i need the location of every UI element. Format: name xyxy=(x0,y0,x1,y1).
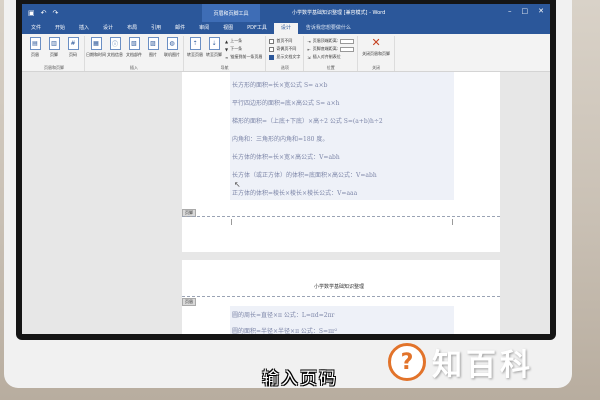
group-insert: ▦ 日期和时间 ⓘ 文档信息 ▧ 文档部件 ▨ 图片 ◍ 联机图片 插入 xyxy=(85,36,184,71)
group-close: ✕ 关闭页眉和页脚 关闭 xyxy=(358,36,396,71)
show-document-text-checkbox[interactable]: 显示文档文字 xyxy=(269,54,300,60)
goto-header-icon: ⇡ xyxy=(189,37,201,50)
group-label: 位置 xyxy=(326,65,335,70)
window-controls: – □ ✕ xyxy=(508,7,544,15)
tab-insert[interactable]: 插入 xyxy=(72,23,96,34)
document-title: 小学数学基础知识整理 [兼容模式] - Word xyxy=(292,10,386,16)
link-icon: ∞ xyxy=(225,54,229,60)
ribbon: ▤ 页眉 ▥ 页脚 # 页码 页眉和页脚 ▦ 日期和时间 ⓘ 文档信息 ▧ 文档部件 ▨ 图片… xyxy=(22,34,550,72)
document-line[interactable]: 平行四边形的面积=底×高公式 S= a×h xyxy=(232,98,339,107)
video-caption: 输入页码 xyxy=(262,369,338,389)
insert-alignment-tab-button[interactable]: ⇲ 插入对齐制表位 xyxy=(307,54,354,60)
group-label: 导航 xyxy=(220,65,229,70)
footer-distance-input[interactable] xyxy=(340,46,355,52)
arrow-up-icon: ▲ xyxy=(225,38,229,44)
title-bar: ▣ ↶ ↷ 页眉和页脚工具 小学数学基础知识整理 [兼容模式] - Word –… xyxy=(22,4,550,22)
quick-access-toolbar: ▣ ↶ ↷ xyxy=(22,9,58,17)
save-icon[interactable]: ▣ xyxy=(28,9,35,17)
document-line[interactable]: 长方形的面积=长×宽公式 S= a×b xyxy=(232,80,327,89)
document-line[interactable]: 长方体的体积=长×宽×高公式：V=abh xyxy=(232,152,340,161)
header-area-tag[interactable]: 页眉 xyxy=(182,298,196,306)
footer-icon: ▥ xyxy=(48,37,60,50)
tab-stop-icon: ⇲ xyxy=(307,54,311,60)
context-tools-label: 页眉和页脚工具 xyxy=(202,4,260,22)
next-button[interactable]: ▼ 下一条 xyxy=(225,46,262,52)
undo-icon[interactable]: ↶ xyxy=(41,9,47,17)
calendar-icon: ▦ xyxy=(90,37,102,50)
picture-icon: ▨ xyxy=(147,37,159,50)
footer-distance-icon: ⇤ xyxy=(307,46,311,52)
tab-pdf-tools[interactable]: PDF工具 xyxy=(240,23,274,34)
document-line[interactable]: 梯形的面积=（上底+下底）×高÷2 公式 S=(a+b)h÷2 xyxy=(232,116,383,125)
checkbox-checked-icon xyxy=(269,54,275,60)
online-picture-icon: ◍ xyxy=(166,37,178,50)
minimize-icon[interactable]: – xyxy=(508,7,512,15)
document-line[interactable]: 内角和：三角形的内角和=180 度。 xyxy=(232,134,328,143)
tell-me-box[interactable]: 告诉我您想要做什么 xyxy=(306,23,351,34)
group-navigation: ⇡ 转至页眉 ⇣ 转至页脚 ▲ 上一条 ▼ 下一条 ∞ 链接到前一条页眉 导航 xyxy=(184,36,267,71)
header-boundary-line xyxy=(182,296,500,297)
crop-mark xyxy=(452,219,458,225)
tab-file[interactable]: 文件 xyxy=(24,23,48,34)
header-icon: ▤ xyxy=(29,37,41,50)
header-top-distance[interactable]: ⇥ 页眉顶端距离: xyxy=(307,38,355,44)
tab-view[interactable]: 视图 xyxy=(216,23,240,34)
tab-header-footer-design[interactable]: 设计 xyxy=(273,23,298,34)
checkbox-icon xyxy=(269,38,275,44)
group-header-footer: ▤ 页眉 ▥ 页脚 # 页码 页眉和页脚 xyxy=(24,36,85,71)
page[interactable]: 长方形的面积=长×宽公式 S= a×b 平行四边形的面积=底×高公式 S= a×… xyxy=(182,72,500,252)
document-line[interactable]: 正方体的体积=棱长×棱长×棱长公式：V=aaa xyxy=(232,188,357,197)
tab-review[interactable]: 审阅 xyxy=(192,23,216,34)
footer-bottom-distance[interactable]: ⇤ 页脚底端距离: xyxy=(307,46,355,52)
page[interactable]: 小学数学基础知识整理 页眉 圆的周长=直径×π 公式：L=πd=2πr 圆的面积… xyxy=(182,260,500,334)
header-distance-input[interactable] xyxy=(340,38,355,44)
tab-home[interactable]: 开始 xyxy=(48,23,72,34)
previous-button[interactable]: ▲ 上一条 xyxy=(225,38,262,44)
word-window: ▣ ↶ ↷ 页眉和页脚工具 小学数学基础知识整理 [兼容模式] - Word –… xyxy=(22,4,550,334)
crop-mark xyxy=(226,219,232,225)
page-header-text[interactable]: 小学数学基础知识整理 xyxy=(314,283,364,290)
tab-mailings[interactable]: 邮件 xyxy=(168,23,192,34)
group-label: 选项 xyxy=(280,65,289,70)
close-icon[interactable]: ✕ xyxy=(538,7,544,15)
group-label: 插入 xyxy=(130,65,138,70)
group-position: ⇥ 页眉顶端距离: ⇤ 页脚底端距离: ⇲ 插入对齐制表位 位置 xyxy=(304,36,359,71)
tab-layout[interactable]: 布局 xyxy=(120,23,144,34)
ribbon-tabs: 文件 开始 插入 设计 布局 引用 邮件 审阅 视图 PDF工具 设计 告诉我您… xyxy=(22,22,550,34)
document-info-icon: ⓘ xyxy=(109,37,121,50)
header-distance-icon: ⇥ xyxy=(307,38,311,44)
document-area[interactable]: 长方形的面积=长×宽公式 S= a×b 平行四边形的面积=底×高公式 S= a×… xyxy=(22,72,550,334)
different-first-page-checkbox[interactable]: 首页不同 xyxy=(269,38,300,44)
group-label: 关闭 xyxy=(372,65,381,70)
redo-icon[interactable]: ↷ xyxy=(53,9,59,17)
link-to-previous-button[interactable]: ∞ 链接到前一条页眉 xyxy=(225,54,262,60)
page-number-icon: # xyxy=(67,37,79,50)
tab-references[interactable]: 引用 xyxy=(144,23,168,34)
quick-parts-icon: ▧ xyxy=(128,37,140,50)
arrow-down-icon: ▼ xyxy=(225,46,229,52)
checkbox-icon xyxy=(269,46,275,52)
document-line[interactable]: 圆的面积=半径×半径×π 公式：S=πr² xyxy=(232,326,337,334)
group-label: 页眉和页脚 xyxy=(44,65,64,70)
close-header-footer-icon: ✕ xyxy=(371,36,381,49)
maximize-icon[interactable]: □ xyxy=(522,7,529,15)
footer-boundary-line xyxy=(182,216,500,217)
different-odd-even-checkbox[interactable]: 奇偶页不同 xyxy=(269,46,300,52)
document-line[interactable]: 长方体（或正方体）的体积=底面积×高公式：V=abh xyxy=(232,170,377,179)
document-line[interactable]: 圆的周长=直径×π 公式：L=πd=2πr xyxy=(232,310,334,319)
mouse-cursor-icon: ↖ xyxy=(234,180,241,189)
tab-design[interactable]: 设计 xyxy=(96,23,120,34)
group-options: 首页不同 奇偶页不同 显示文档文字 选项 xyxy=(266,36,305,71)
goto-footer-icon: ⇣ xyxy=(208,37,220,50)
